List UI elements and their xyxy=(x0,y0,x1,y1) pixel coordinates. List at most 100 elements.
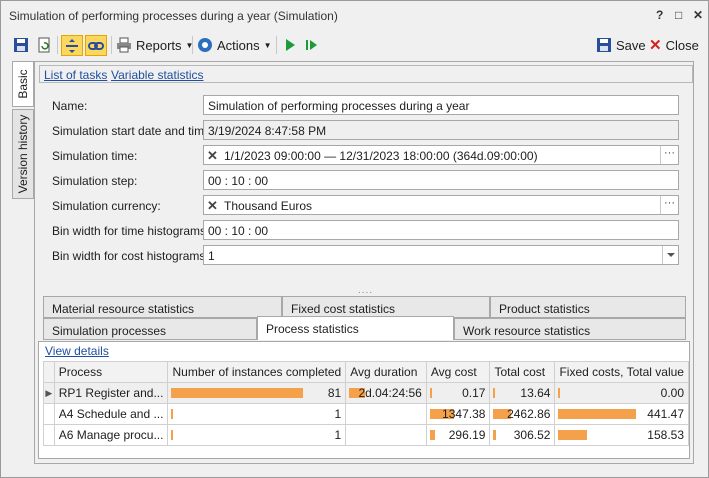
column-header[interactable]: Fixed costs, Total value xyxy=(554,361,689,383)
reports-menu-button[interactable]: Reports ▼ xyxy=(116,35,193,55)
tab-label: Simulation processes xyxy=(52,324,167,338)
instances-cell[interactable]: 81 xyxy=(167,382,347,404)
close-label: Close xyxy=(665,37,699,53)
process-cell[interactable]: A6 Manage procu... xyxy=(53,424,169,446)
close-button[interactable]: ✕ Close xyxy=(649,35,699,55)
fixed-costs-cell[interactable]: 158.53 xyxy=(554,424,689,446)
total-cost-cell[interactable]: 306.52 xyxy=(489,424,556,446)
main-panel: List of tasks Variable statistics Name: … xyxy=(34,61,694,464)
help-button[interactable]: ? xyxy=(656,8,663,22)
process-cell[interactable]: RP1 Register and... xyxy=(53,382,169,404)
currency-value: Thousand Euros xyxy=(224,199,313,213)
list-of-tasks-link[interactable]: List of tasks xyxy=(44,68,107,82)
total-cost-cell[interactable]: 2462.86 xyxy=(489,403,556,425)
tab-fixed-cost-statistics[interactable]: Fixed cost statistics xyxy=(282,296,490,318)
tab-basic[interactable]: Basic xyxy=(12,61,34,107)
column-header[interactable]: Avg cost xyxy=(425,361,491,383)
step-field[interactable]: 00 : 10 : 00 xyxy=(203,170,679,190)
total-cost-cell-value: 13.64 xyxy=(520,386,551,400)
refresh-button[interactable] xyxy=(36,35,52,55)
tab-material-resource-statistics[interactable]: Material resource statistics xyxy=(43,296,282,318)
splitter-grip-icon[interactable]: .... xyxy=(358,285,373,296)
fixed-costs-cell[interactable]: 441.47 xyxy=(554,403,689,425)
process-cell[interactable]: A4 Schedule and ... xyxy=(53,403,169,425)
instances-cell-value: 1 xyxy=(334,407,342,421)
time-field[interactable]: ✕ 1/1/2023 09:00:00 — 12/31/2023 18:00:0… xyxy=(203,145,679,165)
value-bar xyxy=(493,430,496,440)
value-bar xyxy=(171,409,174,419)
tab-product-statistics[interactable]: Product statistics xyxy=(490,296,686,318)
step-label: Simulation step: xyxy=(52,174,138,188)
bin-cost-value: 1 xyxy=(208,249,215,263)
total-cost-cell[interactable]: 13.64 xyxy=(489,382,556,404)
toolbar: Reports ▼ Actions ▼ Save ✕ Close xyxy=(7,33,704,58)
instances-cell[interactable]: 1 xyxy=(167,424,347,446)
column-header[interactable]: Process xyxy=(53,361,169,383)
avg-duration-cell[interactable]: 2d.04:24:56 xyxy=(345,382,427,404)
expand-toggle-button[interactable] xyxy=(61,35,83,56)
chain-link-icon xyxy=(88,41,104,50)
instances-cell-value: 1 xyxy=(334,428,342,442)
row-pointer-icon[interactable]: ▶ xyxy=(43,382,55,404)
avg-duration-cell[interactable] xyxy=(345,403,427,425)
process-statistics-table: Process Number of instances completed Av… xyxy=(43,361,689,446)
value-bar xyxy=(558,430,587,440)
bin-cost-select[interactable]: 1 xyxy=(203,245,679,265)
row-indicator[interactable] xyxy=(43,403,55,425)
instances-cell[interactable]: 1 xyxy=(167,403,347,425)
avg-cost-cell[interactable]: 1347.38 xyxy=(425,403,491,425)
run-button[interactable] xyxy=(282,35,298,55)
column-header[interactable]: Number of instances completed xyxy=(167,361,347,383)
fixed-costs-cell-value: 441.47 xyxy=(647,407,684,421)
clear-icon[interactable]: ✕ xyxy=(207,148,218,164)
bin-time-field[interactable]: 00 : 10 : 00 xyxy=(203,220,679,240)
fixed-costs-cell[interactable]: 0.00 xyxy=(554,382,689,404)
avg-cost-cell[interactable]: 296.19 xyxy=(425,424,491,446)
name-field[interactable]: Simulation of performing processes durin… xyxy=(203,95,679,115)
ellipsis-button[interactable]: ··· xyxy=(660,146,678,164)
tab-process-statistics[interactable]: Process statistics xyxy=(257,316,454,340)
currency-label: Simulation currency: xyxy=(52,199,161,213)
row-indicator[interactable] xyxy=(43,424,55,446)
close-window-button[interactable]: ✕ xyxy=(693,8,703,22)
save-label: Save xyxy=(616,37,646,53)
view-details-link[interactable]: View details xyxy=(45,344,109,358)
save-button[interactable]: Save xyxy=(596,35,646,55)
variable-statistics-link[interactable]: Variable statistics xyxy=(111,68,203,82)
ellipsis-button[interactable]: ··· xyxy=(660,196,678,214)
name-value: Simulation of performing processes durin… xyxy=(208,99,470,113)
table-row[interactable]: A4 Schedule and ... 1 1347.38 2462.86 441.47 xyxy=(43,403,689,425)
avg-duration-cell[interactable] xyxy=(345,424,427,446)
link-toggle-button[interactable] xyxy=(85,35,107,56)
printer-icon xyxy=(117,37,131,53)
save-disk-icon xyxy=(597,38,611,52)
fixed-costs-cell-value: 0.00 xyxy=(660,386,684,400)
save-disk-button[interactable] xyxy=(13,35,29,55)
column-header[interactable]: Avg duration xyxy=(345,361,427,383)
tab-version-history[interactable]: Version history xyxy=(12,109,34,199)
chevron-down-icon[interactable] xyxy=(662,246,678,264)
currency-field[interactable]: ✕ Thousand Euros ··· xyxy=(203,195,679,215)
restore-button[interactable]: □ xyxy=(675,8,682,22)
fixed-costs-cell-value: 158.53 xyxy=(647,428,684,442)
clear-icon[interactable]: ✕ xyxy=(207,198,218,214)
tab-simulation-processes[interactable]: Simulation processes xyxy=(43,318,257,340)
start-field: 3/19/2024 8:47:58 PM xyxy=(203,120,679,140)
avg-cost-cell[interactable]: 0.17 xyxy=(425,382,491,404)
value-bar xyxy=(171,388,304,398)
table-header-row: Process Number of instances completed Av… xyxy=(43,361,689,383)
actions-menu-button[interactable]: Actions ▼ xyxy=(197,35,272,55)
tab-work-resource-statistics[interactable]: Work resource statistics xyxy=(454,318,686,340)
bin-time-value: 00 : 10 : 00 xyxy=(208,224,269,238)
process-statistics-panel: View details Process Number of instances… xyxy=(38,341,690,459)
total-cost-cell-value: 2462.86 xyxy=(507,407,551,421)
table-row[interactable]: ▶ RP1 Register and... 81 2d.04:24:56 0.17 13.… xyxy=(43,382,689,404)
window: Simulation of performing processes durin… xyxy=(0,0,709,478)
table-row[interactable]: A6 Manage procu... 1 296.19 306.52 158.53 xyxy=(43,424,689,446)
column-header[interactable]: Total cost xyxy=(489,361,556,383)
time-label: Simulation time: xyxy=(52,149,138,163)
actions-label: Actions xyxy=(217,37,260,53)
step-run-button[interactable] xyxy=(304,35,320,55)
reports-label: Reports xyxy=(136,37,182,53)
link-bar: List of tasks Variable statistics xyxy=(39,65,693,83)
